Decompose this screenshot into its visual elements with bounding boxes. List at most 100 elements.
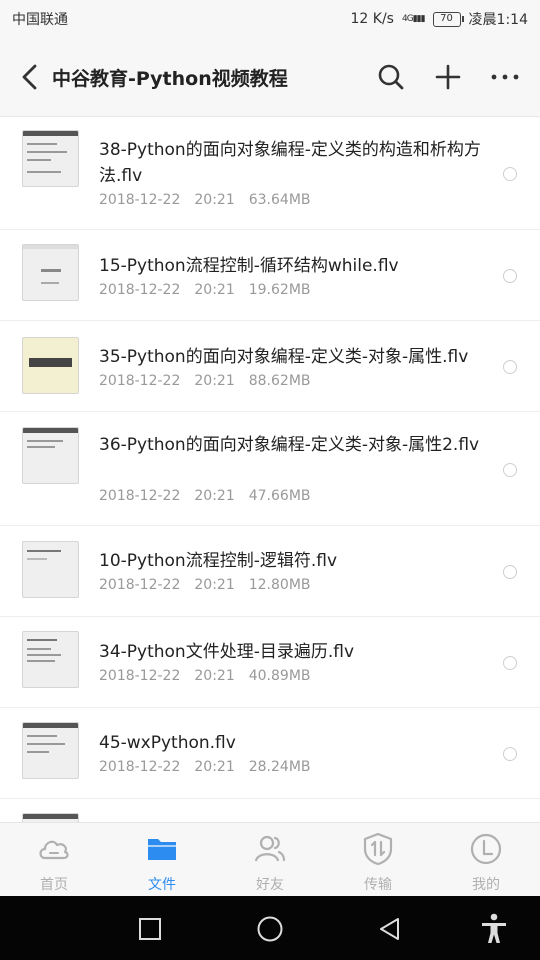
video-thumbnail	[22, 722, 79, 779]
file-item[interactable]: 38-Python的面向对象编程-定义类的构造和析构方法.flv 2018-12…	[0, 117, 540, 230]
file-item[interactable]: 45-wxPython.flv 2018-12-22 20:21 28.24MB	[0, 708, 540, 799]
file-meta: 2018-12-22 20:21 88.62MB	[99, 373, 311, 389]
nav-item-profile[interactable]: 我的	[432, 823, 540, 897]
file-date: 2018-12-22	[99, 668, 181, 684]
video-thumbnail	[22, 337, 79, 394]
select-checkbox[interactable]	[503, 747, 517, 761]
file-size: 88.62MB	[248, 373, 311, 389]
video-thumbnail	[22, 427, 79, 484]
file-item[interactable]: 36-Python的面向对象编程-定义类-对象-属性2.flv 2018-12-…	[0, 412, 540, 526]
video-thumbnail	[22, 541, 79, 598]
file-date: 2018-12-22	[99, 488, 181, 504]
file-meta: 2018-12-22 20:21 28.24MB	[99, 759, 311, 775]
file-meta: 2018-12-22 20:21 63.64MB	[99, 192, 311, 208]
nav-item-home[interactable]: 首页	[0, 823, 108, 897]
file-name: 15-Python流程控制-循环结构while.flv	[99, 256, 399, 276]
network-speed: 12 K/s	[350, 11, 394, 27]
page-title: 中谷教育-Python视频教程	[52, 68, 288, 90]
profile-icon	[470, 833, 502, 865]
file-item[interactable]: 35-Python的面向对象编程-定义类-对象-属性.flv 2018-12-2…	[0, 321, 540, 412]
friends-icon	[254, 835, 286, 862]
transfer-icon	[363, 832, 393, 866]
more-icon	[491, 74, 519, 80]
select-checkbox[interactable]	[503, 565, 517, 579]
file-date: 2018-12-22	[99, 759, 181, 775]
nav-label-home: 首页	[40, 877, 68, 893]
file-size: 47.66MB	[248, 488, 311, 504]
accessibility-icon	[482, 913, 506, 943]
file-time: 20:21	[194, 668, 235, 684]
square-icon	[139, 918, 161, 940]
select-checkbox[interactable]	[503, 167, 517, 181]
file-meta: 2018-12-22 20:21 19.62MB	[99, 282, 311, 298]
file-item[interactable]: 15-Python流程控制-循环结构while.flv 2018-12-22 20…	[0, 230, 540, 321]
select-checkbox[interactable]	[503, 269, 517, 283]
file-item-partial[interactable]	[0, 799, 540, 822]
search-icon	[378, 64, 404, 90]
file-date: 2018-12-22	[99, 577, 181, 593]
file-date: 2018-12-22	[99, 192, 181, 208]
file-time: 20:21	[194, 759, 235, 775]
file-name: 10-Python流程控制-逻辑符.flv	[99, 551, 337, 571]
more-button[interactable]	[487, 59, 523, 95]
video-thumbnail	[22, 130, 79, 187]
bottom-nav: 首页 文件 好友 传输 我的	[0, 822, 540, 897]
file-meta: 2018-12-22 20:21 47.66MB	[99, 488, 311, 504]
status-bar: 中国联通 12 K/s 4G▮▮▮ 70 凌晨1:14	[0, 0, 540, 38]
back-icon	[22, 64, 37, 90]
file-date: 2018-12-22	[99, 373, 181, 389]
file-time: 20:21	[194, 488, 235, 504]
add-icon	[435, 64, 461, 90]
home-button[interactable]	[250, 909, 290, 949]
nav-label-transfer: 传输	[364, 877, 392, 893]
status-right: 12 K/s 4G▮▮▮ 70 凌晨1:14	[351, 9, 528, 29]
header: 中谷教育-Python视频教程	[0, 38, 540, 117]
system-back-button[interactable]	[370, 909, 410, 949]
cloud-icon	[39, 840, 69, 860]
file-date: 2018-12-22	[99, 282, 181, 298]
file-size: 19.62MB	[248, 282, 311, 298]
file-name: 35-Python的面向对象编程-定义类-对象-属性.flv	[99, 347, 469, 367]
nav-label-friends: 好友	[256, 877, 284, 893]
file-time: 20:21	[194, 282, 235, 298]
app-window: 中国联通 12 K/s 4G▮▮▮ 70 凌晨1:14 中谷教育-Python视…	[0, 0, 540, 960]
file-meta: 2018-12-22 20:21 12.80MB	[99, 577, 311, 593]
file-item[interactable]: 10-Python流程控制-逻辑符.flv 2018-12-22 20:21 12.…	[0, 526, 540, 617]
nav-item-friends[interactable]: 好友	[216, 823, 324, 897]
select-checkbox[interactable]	[503, 656, 517, 670]
accessibility-button[interactable]	[474, 909, 514, 949]
back-triangle-icon	[380, 918, 399, 940]
file-list: 38-Python的面向对象编程-定义类的构造和析构方法.flv 2018-12…	[0, 117, 540, 822]
clock: 凌晨1:14	[468, 12, 528, 28]
video-thumbnail	[22, 631, 79, 688]
file-size: 28.24MB	[248, 759, 311, 775]
file-name: 34-Python文件处理-目录遍历.flv	[99, 642, 354, 662]
signal-icon: 4G▮▮▮	[401, 14, 426, 24]
folder-icon	[148, 839, 176, 860]
nav-item-transfer[interactable]: 传输	[324, 823, 432, 897]
file-time: 20:21	[194, 192, 235, 208]
select-checkbox[interactable]	[503, 360, 517, 374]
nav-label-files: 文件	[148, 877, 176, 893]
file-item[interactable]: 34-Python文件处理-目录遍历.flv 2018-12-22 20:21 40…	[0, 617, 540, 708]
file-size: 40.89MB	[248, 668, 311, 684]
add-button[interactable]	[430, 59, 466, 95]
file-meta: 2018-12-22 20:21 40.89MB	[99, 668, 311, 684]
battery-level: 70	[440, 13, 453, 24]
recents-button[interactable]	[130, 909, 170, 949]
file-time: 20:21	[194, 373, 235, 389]
home-circle-icon	[257, 916, 283, 942]
nav-item-files[interactable]: 文件	[108, 823, 216, 897]
nav-label-profile: 我的	[472, 877, 500, 893]
file-name: 38-Python的面向对象编程-定义类的构造和析构方法.flv	[99, 140, 481, 186]
file-name: 45-wxPython.flv	[99, 733, 236, 753]
select-checkbox[interactable]	[503, 463, 517, 477]
network-type: 4G	[401, 14, 414, 24]
system-nav-bar	[0, 896, 540, 960]
back-button[interactable]	[12, 59, 48, 95]
video-thumbnail	[22, 244, 79, 301]
file-name: 36-Python的面向对象编程-定义类-对象-属性2.flv	[99, 435, 480, 455]
search-button[interactable]	[373, 59, 409, 95]
file-size: 12.80MB	[248, 577, 311, 593]
file-time: 20:21	[194, 577, 235, 593]
